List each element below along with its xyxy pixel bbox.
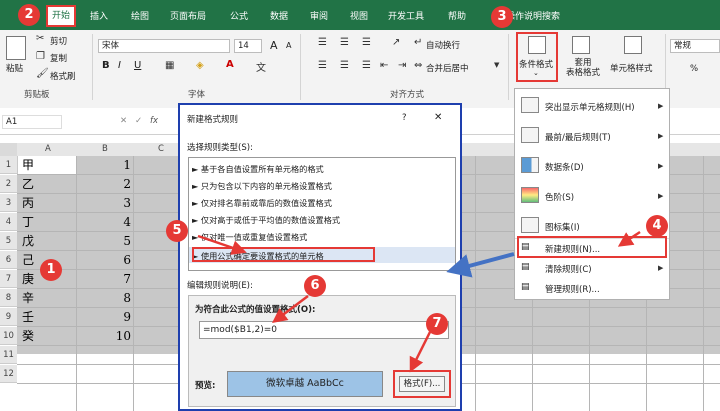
step-badge-6: 6 (304, 275, 326, 297)
step-badge-4: 4 (646, 215, 668, 237)
step-badge-3: 3 (491, 6, 513, 28)
arrow-6 (272, 295, 309, 323)
step-badge-2: 2 (18, 4, 40, 26)
annotation-arrows (197, 230, 641, 373)
step-badge-1: 1 (40, 259, 62, 281)
arrow-blue (446, 252, 515, 278)
arrow-7 (409, 331, 432, 373)
arrow-4 (617, 230, 641, 247)
step-badge-5: 5 (166, 220, 188, 242)
step-badge-7: 7 (426, 313, 448, 335)
arrow-5 (197, 234, 247, 255)
